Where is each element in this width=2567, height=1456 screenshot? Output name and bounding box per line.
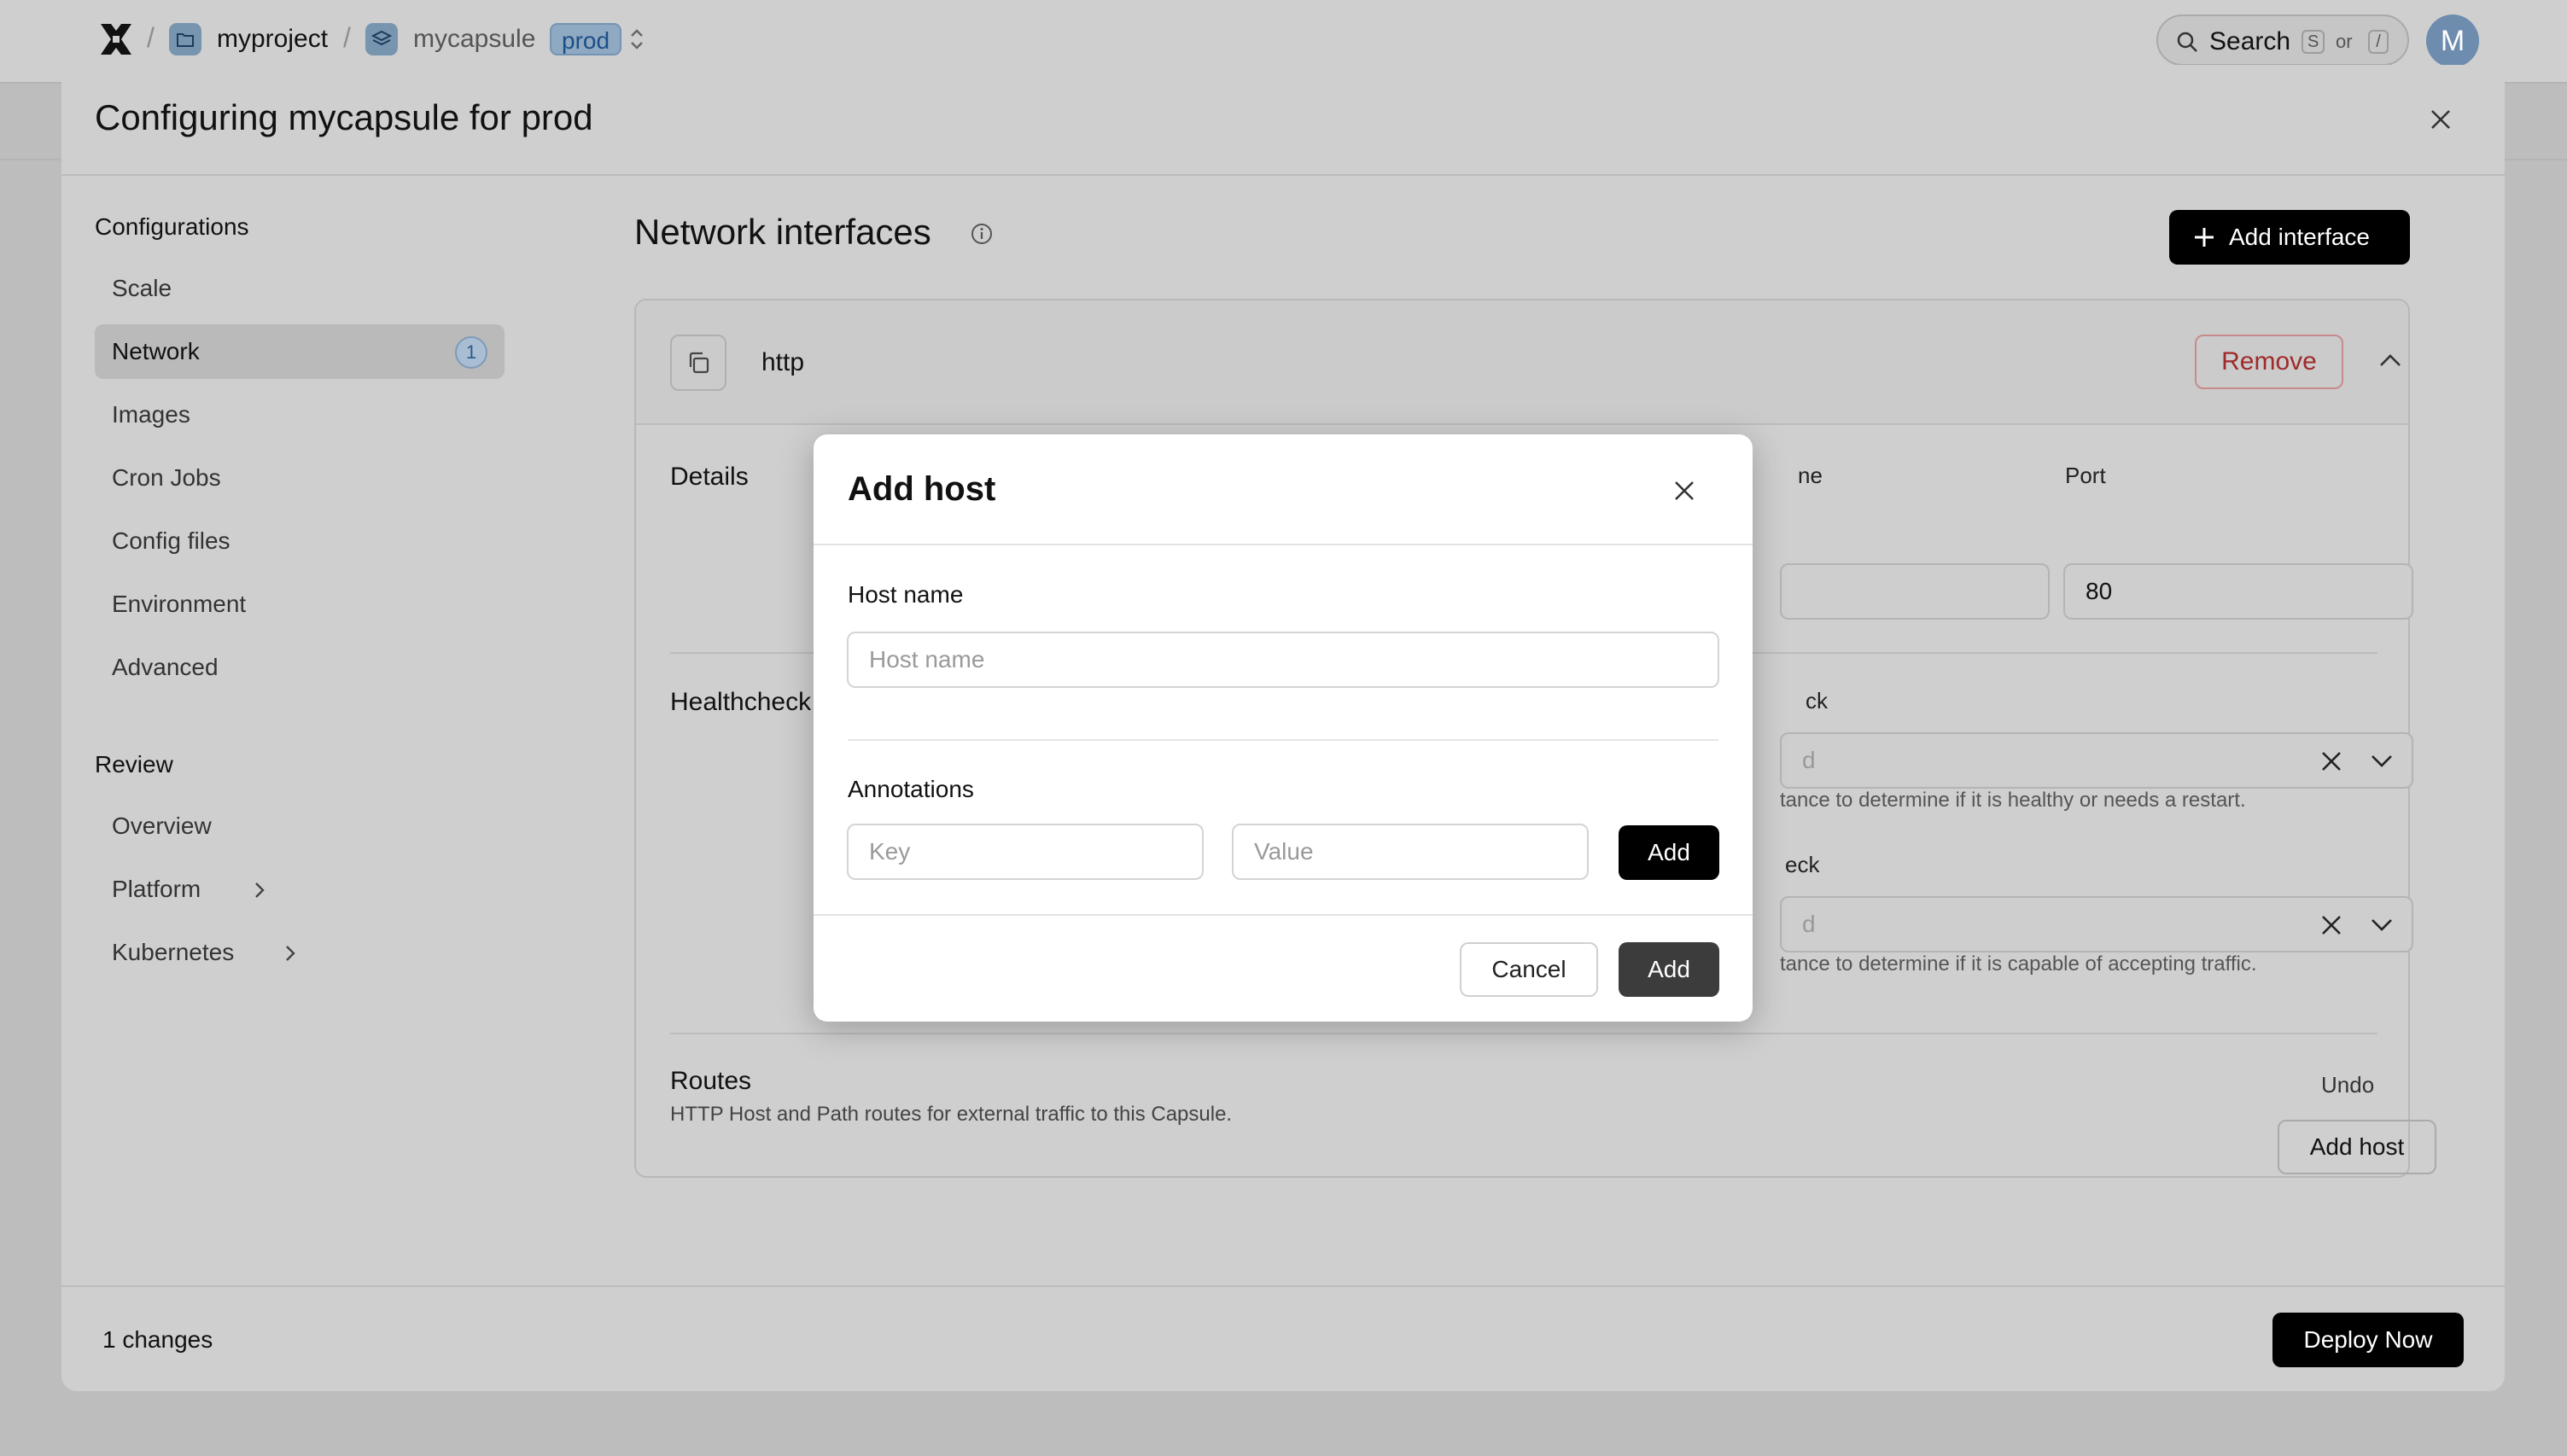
- routes-description: HTTP Host and Path routes for external t…: [670, 1103, 1233, 1126]
- change-count-badge: 1: [455, 336, 487, 369]
- deploy-now-button[interactable]: Deploy Now: [2272, 1313, 2464, 1367]
- copy-icon[interactable]: [670, 335, 726, 391]
- shortcut-key: S: [2302, 30, 2325, 54]
- add-interface-label: Add interface: [2229, 224, 2370, 250]
- clear-icon[interactable]: [2319, 749, 2343, 773]
- search-button[interactable]: Search S or /: [2156, 15, 2409, 66]
- cancel-button[interactable]: Cancel: [1460, 942, 1598, 997]
- breadcrumb-capsule[interactable]: mycapsule: [413, 23, 535, 55]
- host-name-input[interactable]: [847, 632, 1719, 688]
- name-field[interactable]: [1780, 563, 2050, 620]
- rig-logo-icon[interactable]: [97, 20, 135, 58]
- sidebar-item-images[interactable]: Images: [95, 387, 505, 442]
- sidebar-item-overview[interactable]: Overview: [95, 799, 505, 853]
- panel-title: Configuring mycapsule for prod: [95, 97, 593, 137]
- dialog-footer-divider: [814, 914, 1753, 916]
- sidebar-item-label: Advanced: [112, 654, 219, 680]
- sidebar-item-kubernetes[interactable]: Kubernetes: [95, 925, 505, 980]
- liveness-helper: tance to determine if it is healthy or n…: [1780, 789, 2246, 812]
- close-icon[interactable]: [2428, 107, 2453, 132]
- name-field-label: ne: [1798, 463, 1823, 488]
- plus-icon: [2193, 226, 2215, 248]
- liveness-label: ck: [1806, 688, 1828, 713]
- review-heading: Review: [95, 751, 173, 778]
- panel-header: Configuring mycapsule for prod: [61, 65, 2505, 176]
- sidebar-item-label: Network: [112, 338, 200, 364]
- readiness-helper: tance to determine if it is capable of a…: [1780, 952, 2257, 976]
- undo-link[interactable]: Undo: [2321, 1072, 2374, 1098]
- sidebar-item-label: Scale: [112, 275, 172, 301]
- sidebar-item-label: Cron Jobs: [112, 464, 221, 491]
- remove-button[interactable]: Remove: [2195, 335, 2343, 389]
- liveness-placeholder: d: [1802, 747, 1816, 773]
- sidebar-item-platform[interactable]: Platform: [95, 862, 505, 917]
- annotation-key-input[interactable]: [847, 824, 1204, 880]
- breadcrumb-project[interactable]: myproject: [217, 23, 328, 55]
- annotation-value-input[interactable]: [1232, 824, 1589, 880]
- healthcheck-divider: [670, 1033, 2377, 1034]
- sidebar-item-label: Overview: [112, 812, 212, 839]
- sidebar-item-label: Images: [112, 401, 190, 428]
- interface-header: http Remove: [636, 300, 2408, 425]
- interface-name: http: [761, 348, 805, 376]
- changes-count: 1 changes: [102, 1326, 213, 1353]
- readiness-placeholder: d: [1802, 911, 1816, 937]
- readiness-label: eck: [1785, 852, 1820, 877]
- host-name-label: Host name: [848, 581, 964, 608]
- readiness-select[interactable]: d: [1780, 896, 2413, 952]
- configurations-heading: Configurations: [95, 213, 249, 240]
- sidebar-item-label: Kubernetes: [112, 939, 235, 965]
- healthcheck-label: Healthcheck: [670, 688, 812, 716]
- annotations-label: Annotations: [848, 776, 974, 802]
- chevron-up-down-icon[interactable]: [628, 26, 645, 52]
- close-icon[interactable]: [1672, 479, 1696, 503]
- chevron-down-icon[interactable]: [2369, 753, 2395, 770]
- breadcrumb-separator: /: [147, 22, 155, 53]
- shortcut-key: /: [2368, 30, 2389, 54]
- search-icon: [2175, 30, 2199, 54]
- dialog-header-divider: [814, 544, 1753, 545]
- chevron-down-icon[interactable]: [2369, 917, 2395, 934]
- clear-icon[interactable]: [2319, 913, 2343, 937]
- sidebar-item-label: Platform: [112, 876, 201, 902]
- sidebar-item-environment[interactable]: Environment: [95, 577, 505, 632]
- chevron-right-icon: [284, 944, 296, 963]
- chevron-right-icon: [254, 881, 265, 900]
- project-folder-icon: [169, 23, 201, 55]
- breadcrumb-separator: /: [343, 22, 351, 53]
- sidebar-item-advanced[interactable]: Advanced: [95, 640, 505, 695]
- avatar[interactable]: M: [2426, 15, 2479, 67]
- add-annotation-button[interactable]: Add: [1619, 825, 1719, 880]
- add-host-button[interactable]: Add host: [2278, 1120, 2436, 1174]
- environment-badge[interactable]: prod: [550, 23, 622, 55]
- panel-footer: 1 changes Deploy Now: [61, 1285, 2505, 1391]
- add-interface-button[interactable]: Add interface: [2169, 210, 2410, 265]
- section-title: Network interfaces: [634, 212, 931, 252]
- shortcut-or: or: [2336, 31, 2353, 52]
- routes-label: Routes: [670, 1067, 752, 1095]
- port-field-label: Port: [2065, 463, 2106, 488]
- sidebar-item-network[interactable]: Network 1: [95, 324, 505, 379]
- port-field[interactable]: 80: [2063, 563, 2413, 620]
- dialog-title: Add host: [848, 470, 996, 508]
- info-icon[interactable]: [970, 222, 994, 246]
- liveness-select[interactable]: d: [1780, 732, 2413, 789]
- sidebar-item-label: Environment: [112, 591, 247, 617]
- add-host-dialog: Add host Host name Annotations Add Cance…: [814, 434, 1753, 1022]
- sidebar-item-cron-jobs[interactable]: Cron Jobs: [95, 451, 505, 505]
- capsule-layers-icon: [365, 23, 398, 55]
- search-label: Search: [2209, 27, 2291, 55]
- chevron-up-icon[interactable]: [2377, 352, 2403, 369]
- sidebar-item-config-files[interactable]: Config files: [95, 514, 505, 568]
- details-label: Details: [670, 463, 749, 491]
- sidebar-item-label: Config files: [112, 527, 230, 554]
- dialog-section-divider: [848, 739, 1718, 741]
- add-host-confirm-button[interactable]: Add: [1619, 942, 1719, 997]
- sidebar-item-scale[interactable]: Scale: [95, 261, 505, 316]
